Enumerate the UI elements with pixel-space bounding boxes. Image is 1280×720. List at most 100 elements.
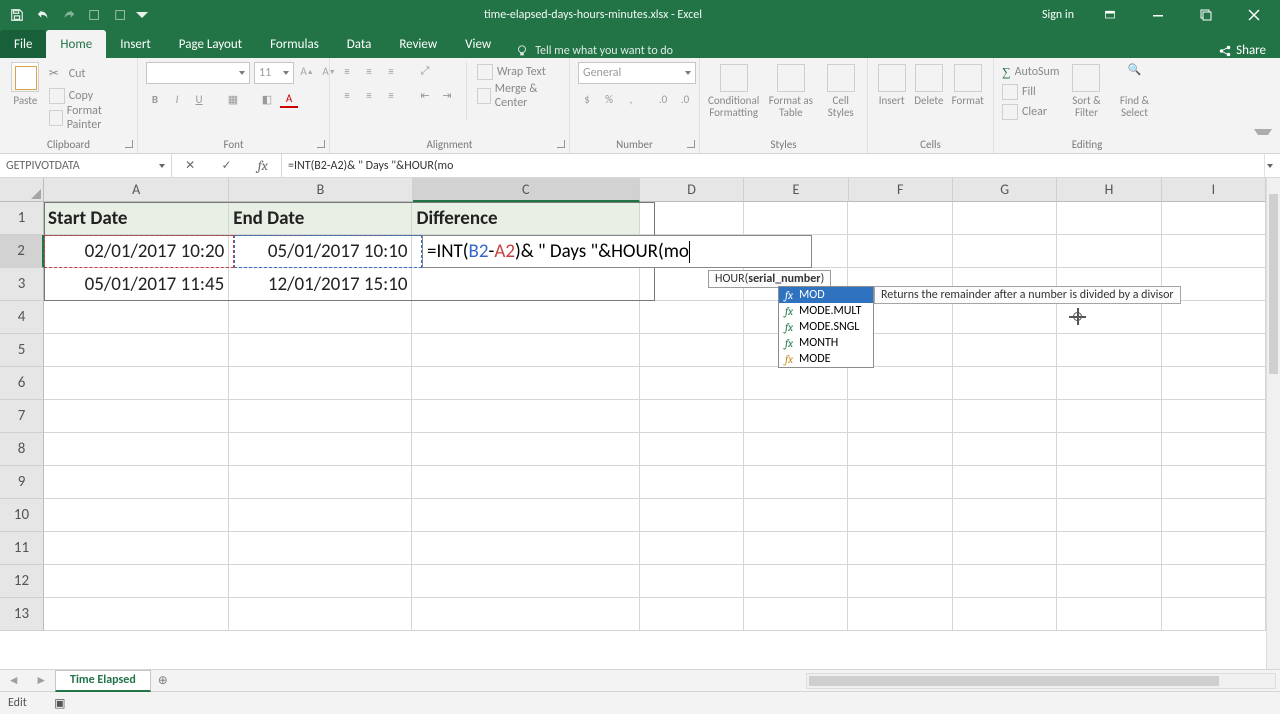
- row-2[interactable]: 2: [0, 235, 44, 268]
- italic-button[interactable]: I: [168, 90, 186, 108]
- col-I[interactable]: I: [1162, 178, 1266, 202]
- minimize-button[interactable]: [1136, 0, 1180, 30]
- cell-C2-editor[interactable]: =INT(B2-A2)& " Days "&HOUR(mo: [422, 235, 812, 268]
- merge-center-button[interactable]: Merge & Center: [477, 86, 561, 106]
- enter-formula-button[interactable]: ✓: [214, 155, 238, 177]
- expand-formula-bar[interactable]: [1264, 154, 1274, 177]
- cell-A3[interactable]: 05/01/2017 11:45: [44, 268, 229, 301]
- vertical-scrollbar[interactable]: [1266, 178, 1280, 669]
- delete-cells-button[interactable]: Delete: [913, 62, 944, 107]
- dec-indent[interactable]: ⇤: [416, 86, 434, 104]
- undo-button[interactable]: [32, 4, 54, 26]
- ac-item-modemult[interactable]: fxMODE.MULT: [779, 303, 873, 319]
- fill-color-button[interactable]: ◧: [258, 90, 276, 108]
- worksheet-grid[interactable]: A B C D E F G H I 1 2 3 4 5 6 7 8 9 10 1…: [0, 178, 1280, 669]
- ribbon-display-options[interactable]: [1088, 0, 1132, 30]
- underline-button[interactable]: U: [190, 90, 208, 108]
- col-H[interactable]: H: [1057, 178, 1161, 202]
- percent-button[interactable]: %: [600, 90, 618, 108]
- col-A[interactable]: A: [44, 178, 229, 202]
- select-all-corner[interactable]: [0, 178, 44, 202]
- dec-decimal-button[interactable]: .0: [676, 90, 694, 108]
- fill-button[interactable]: Fill: [1002, 82, 1059, 102]
- row-5[interactable]: 5: [0, 334, 44, 367]
- tab-insert[interactable]: Insert: [106, 30, 165, 58]
- wrap-text-button[interactable]: Wrap Text: [477, 62, 561, 82]
- paste-button[interactable]: Paste: [8, 62, 43, 107]
- align-right[interactable]: ≡: [382, 86, 400, 104]
- border-button[interactable]: ▦: [224, 90, 242, 108]
- col-C[interactable]: C: [413, 178, 640, 202]
- vscroll-thumb[interactable]: [1269, 194, 1278, 374]
- font-color-button[interactable]: A: [280, 90, 298, 108]
- cell-C3[interactable]: [412, 268, 639, 301]
- sheet-tab-time-elapsed[interactable]: Time Elapsed: [55, 670, 151, 692]
- macro-record-button[interactable]: ▣: [47, 694, 73, 712]
- cell-B1[interactable]: End Date: [229, 202, 412, 235]
- ac-item-month[interactable]: fxMONTH: [779, 335, 873, 351]
- row-6[interactable]: 6: [0, 367, 44, 400]
- share-button[interactable]: Share: [1204, 43, 1280, 58]
- font-size-combo[interactable]: 11: [254, 62, 294, 84]
- row-1[interactable]: 1: [0, 202, 44, 235]
- close-button[interactable]: [1232, 0, 1276, 30]
- row-3[interactable]: 3: [0, 268, 44, 301]
- qat-customize[interactable]: [136, 4, 148, 26]
- orientation-button[interactable]: ⤢: [416, 62, 434, 80]
- number-format-combo[interactable]: General: [578, 62, 696, 84]
- insert-cells-button[interactable]: Insert: [876, 62, 907, 107]
- column-headers[interactable]: A B C D E F G H I: [44, 178, 1266, 202]
- align-left[interactable]: ≡: [338, 86, 356, 104]
- redo-button[interactable]: [58, 4, 80, 26]
- horizontal-scrollbar[interactable]: [806, 673, 1276, 689]
- tell-me-input[interactable]: Tell me what you want to do: [505, 44, 683, 58]
- align-mid[interactable]: ≡: [360, 62, 378, 80]
- col-E[interactable]: E: [744, 178, 848, 202]
- sort-filter-button[interactable]: Sort & Filter: [1065, 62, 1107, 119]
- format-painter-button[interactable]: Format Painter: [49, 108, 129, 128]
- col-B[interactable]: B: [229, 178, 412, 202]
- cut-button[interactable]: ✂Cut: [49, 64, 129, 84]
- col-G[interactable]: G: [953, 178, 1057, 202]
- find-select-button[interactable]: 🔍Find & Select: [1113, 62, 1155, 119]
- align-top[interactable]: ≡: [338, 62, 356, 80]
- autosum-button[interactable]: ∑AutoSum: [1002, 62, 1059, 82]
- ac-item-mod[interactable]: fxMOD: [779, 287, 873, 303]
- inc-decimal-button[interactable]: .0: [654, 90, 672, 108]
- number-launcher[interactable]: [687, 140, 695, 148]
- font-launcher[interactable]: [317, 140, 325, 148]
- ac-item-mode[interactable]: fxMODE: [779, 351, 873, 367]
- row-13[interactable]: 13: [0, 598, 44, 631]
- clear-button[interactable]: Clear: [1002, 102, 1059, 122]
- new-sheet-button[interactable]: ⊕: [151, 670, 175, 692]
- cell-D1[interactable]: [640, 202, 744, 235]
- ac-item-modesngl[interactable]: fxMODE.SNGL: [779, 319, 873, 335]
- qat-btn-1[interactable]: [84, 4, 106, 26]
- font-family-combo[interactable]: [146, 62, 250, 84]
- grow-font-button[interactable]: A▲: [298, 62, 316, 80]
- cell-B2[interactable]: 05/01/2017 10:10: [229, 235, 412, 268]
- accounting-button[interactable]: $: [578, 90, 596, 108]
- row-4[interactable]: 4: [0, 301, 44, 334]
- hscroll-thumb[interactable]: [809, 676, 1219, 686]
- col-F[interactable]: F: [849, 178, 953, 202]
- col-D[interactable]: D: [640, 178, 744, 202]
- insert-function-button[interactable]: fx: [251, 155, 275, 177]
- inc-indent[interactable]: ⇥: [438, 86, 456, 104]
- signin-link[interactable]: Sign in: [1032, 8, 1084, 22]
- formula-autocomplete[interactable]: fxMOD fxMODE.MULT fxMODE.SNGL fxMONTH fx…: [778, 286, 874, 368]
- row-10[interactable]: 10: [0, 499, 44, 532]
- align-bot[interactable]: ≡: [382, 62, 400, 80]
- tab-review[interactable]: Review: [385, 30, 451, 58]
- bold-button[interactable]: B: [146, 90, 164, 108]
- align-center[interactable]: ≡: [360, 86, 378, 104]
- save-button[interactable]: [6, 4, 28, 26]
- cell-A1[interactable]: Start Date: [44, 202, 229, 235]
- tab-formulas[interactable]: Formulas: [256, 30, 333, 58]
- clipboard-launcher[interactable]: [125, 140, 133, 148]
- cancel-formula-button[interactable]: ✕: [178, 155, 202, 177]
- row-12[interactable]: 12: [0, 565, 44, 598]
- tab-pagelayout[interactable]: Page Layout: [165, 30, 256, 58]
- cell-B3[interactable]: 12/01/2017 15:10: [229, 268, 412, 301]
- row-11[interactable]: 11: [0, 532, 44, 565]
